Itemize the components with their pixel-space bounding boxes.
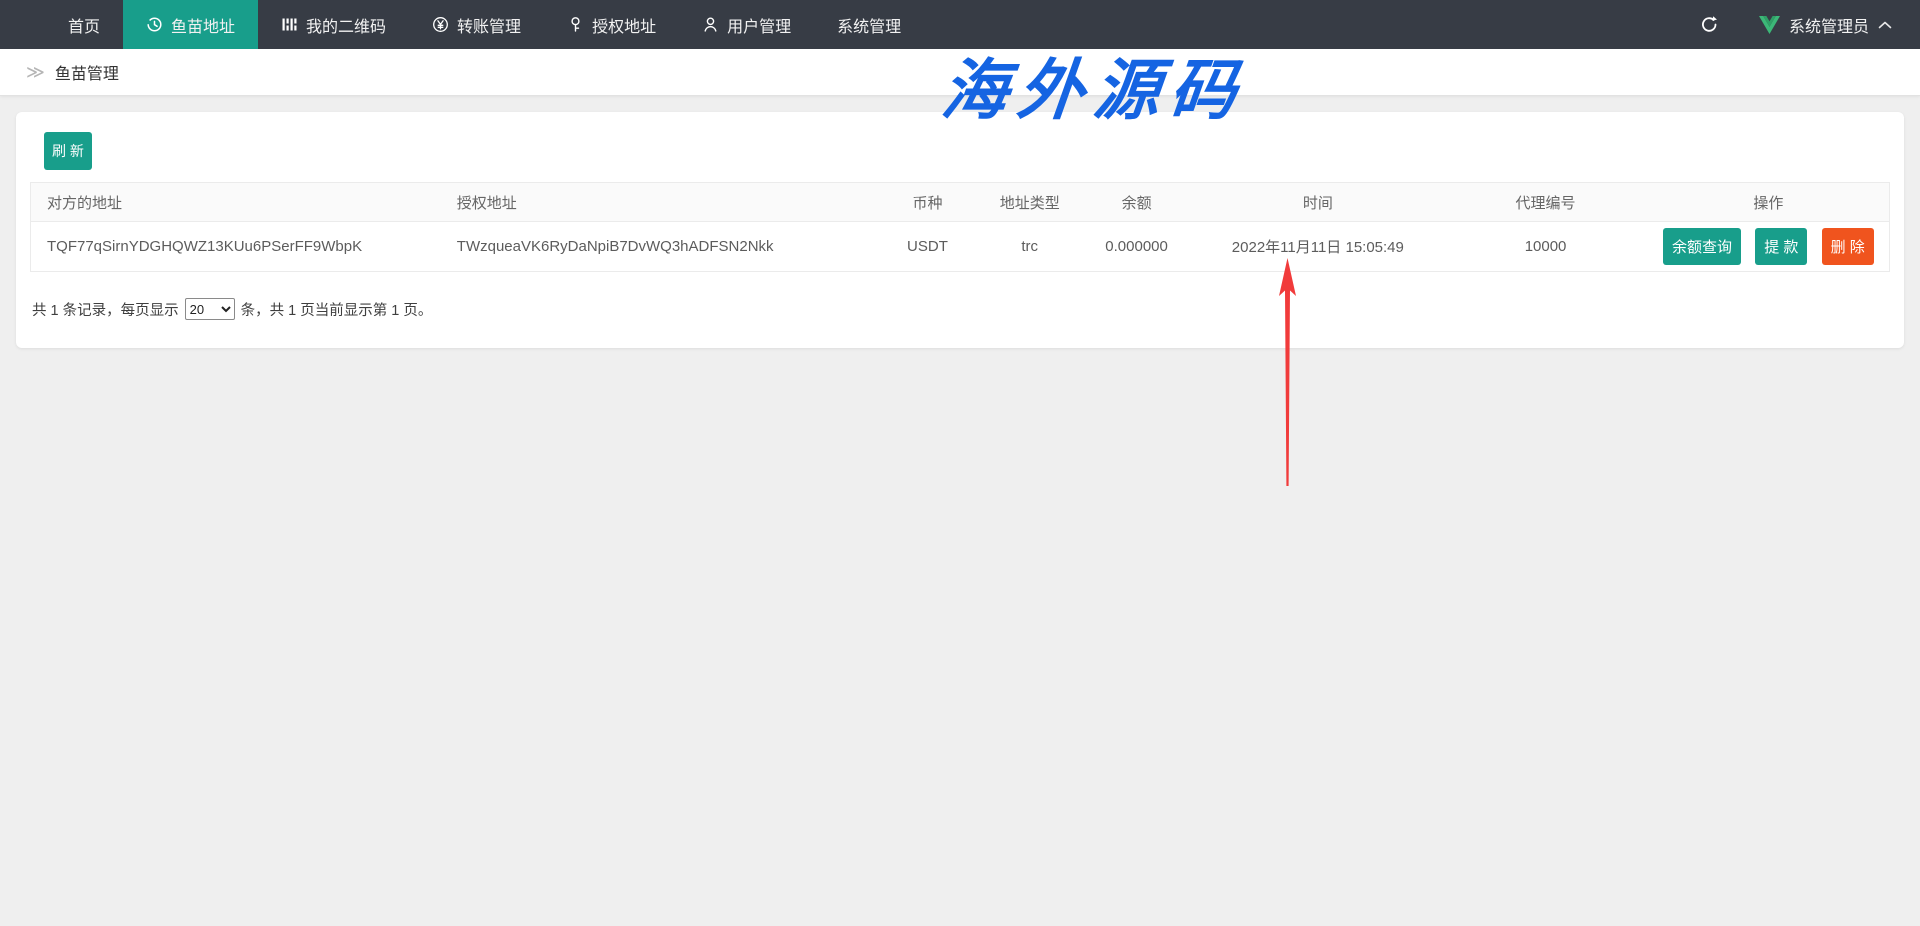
fry-address-table: 对方的地址 授权地址 币种 地址类型 余额 时间 代理编号 操作 TQF77qS… <box>30 182 1890 272</box>
nav-item-my-qrcode[interactable]: 我的二维码 <box>258 0 409 49</box>
table-header-row: 对方的地址 授权地址 币种 地址类型 余额 时间 代理编号 操作 <box>31 183 1890 222</box>
breadcrumb-title: 鱼苗管理 <box>55 60 119 84</box>
nav-item-label: 转账管理 <box>457 13 521 37</box>
user-name: 系统管理员 <box>1789 13 1869 37</box>
balance-query-button[interactable]: 余额查询 <box>1663 228 1741 265</box>
breadcrumb: ≫ 鱼苗管理 <box>0 49 1920 96</box>
col-header-currency: 币种 <box>876 183 978 222</box>
table-row: TQF77qSirnYDGHQWZ13KUu6PSerFF9WbpK TWzqu… <box>31 222 1890 272</box>
qrcode-icon <box>281 16 298 33</box>
nav-item-label: 鱼苗地址 <box>171 13 235 37</box>
double-chevron-icon: ≫ <box>26 63 45 81</box>
key-icon <box>567 16 584 33</box>
pagination-suffix: 条，共 1 页当前显示第 1 页。 <box>241 299 433 320</box>
page-size-select[interactable]: 20 <box>185 298 235 320</box>
vue-logo-icon <box>1759 16 1780 34</box>
col-header-address-type: 地址类型 <box>979 183 1081 222</box>
col-header-time: 时间 <box>1192 183 1443 222</box>
user-icon <box>702 16 719 33</box>
pagination-prefix: 共 1 条记录，每页显示 <box>32 299 179 320</box>
yen-circle-icon <box>432 16 449 33</box>
reload-icon[interactable] <box>1700 15 1719 34</box>
chevron-up-icon <box>1878 21 1892 29</box>
nav-item-user-mgmt[interactable]: 用户管理 <box>679 0 814 49</box>
col-header-balance: 余额 <box>1081 183 1193 222</box>
nav-item-label: 我的二维码 <box>306 13 386 37</box>
cell-auth-address: TWzqueaVK6RyDaNpiB7DvWQ3hADFSN2Nkk <box>449 222 877 272</box>
page-content: 刷 新 对方的地址 授权地址 币种 地址类型 余额 时间 代理编号 操作 <box>0 96 1920 364</box>
pagination: 共 1 条记录，每页显示 20 条，共 1 页当前显示第 1 页。 <box>32 298 1890 320</box>
nav-item-transfer-mgmt[interactable]: 转账管理 <box>409 0 544 49</box>
col-header-auth-address: 授权地址 <box>449 183 877 222</box>
cell-currency: USDT <box>876 222 978 272</box>
col-header-actions: 操作 <box>1648 183 1890 222</box>
col-header-peer-address: 对方的地址 <box>31 183 449 222</box>
nav-item-system-mgmt[interactable]: 系统管理 <box>814 0 924 49</box>
history-icon <box>146 16 163 33</box>
cell-peer-address: TQF77qSirnYDGHQWZ13KUu6PSerFF9WbpK <box>31 222 449 272</box>
cell-actions: 余额查询 提 款 删 除 <box>1648 222 1890 272</box>
top-navbar: 首页 鱼苗地址 我的二维码 <box>0 0 1920 49</box>
cell-agent-no: 10000 <box>1443 222 1647 272</box>
nav-item-auth-address[interactable]: 授权地址 <box>544 0 679 49</box>
delete-button[interactable]: 删 除 <box>1822 228 1874 265</box>
nav-item-fry-address[interactable]: 鱼苗地址 <box>123 0 258 49</box>
nav-item-label: 首页 <box>68 13 100 37</box>
nav-item-label: 授权地址 <box>592 13 656 37</box>
col-header-agent-no: 代理编号 <box>1443 183 1647 222</box>
withdraw-button[interactable]: 提 款 <box>1755 228 1807 265</box>
nav-item-label: 用户管理 <box>727 13 791 37</box>
content-card: 刷 新 对方的地址 授权地址 币种 地址类型 余额 时间 代理编号 操作 <box>16 112 1904 348</box>
nav-item-label: 系统管理 <box>837 13 901 37</box>
cell-balance: 0.000000 <box>1081 222 1193 272</box>
nav-item-home[interactable]: 首页 <box>45 0 123 49</box>
user-menu[interactable]: 系统管理员 <box>1759 13 1892 37</box>
refresh-button[interactable]: 刷 新 <box>44 132 92 170</box>
cell-time: 2022年11月11日 15:05:49 <box>1192 222 1443 272</box>
cell-address-type: trc <box>979 222 1081 272</box>
navbar-right: 系统管理员 <box>1700 0 1920 49</box>
